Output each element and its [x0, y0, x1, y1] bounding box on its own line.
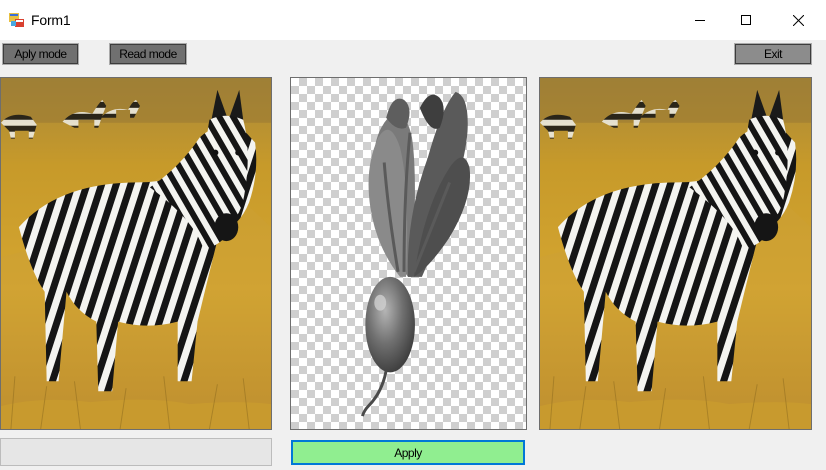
- zebra-image: [1, 78, 271, 429]
- zebra-result-image: [540, 78, 811, 429]
- read-mode-button[interactable]: Read mode: [109, 43, 187, 65]
- windows-forms-app-icon: [9, 13, 24, 27]
- maximize-button[interactable]: [723, 0, 769, 40]
- aply-mode-button[interactable]: Aply mode: [2, 43, 79, 65]
- title-bar: Form1: [0, 0, 826, 40]
- apply-button[interactable]: Apply: [291, 440, 525, 465]
- maximize-icon: [741, 15, 751, 25]
- minimize-button[interactable]: [677, 0, 723, 40]
- minimize-icon: [695, 20, 705, 21]
- close-button[interactable]: [775, 0, 821, 40]
- window-title: Form1: [31, 12, 71, 28]
- source-image-box: [0, 77, 272, 430]
- progress-bar: [0, 438, 272, 466]
- beet-image: [360, 91, 471, 417]
- exit-button[interactable]: Exit: [734, 43, 812, 65]
- overlay-image-box: [290, 77, 527, 430]
- result-image-box: [539, 77, 812, 430]
- close-icon: [792, 14, 804, 26]
- form-client-area: Aply mode Read mode Exit Apply: [0, 40, 826, 470]
